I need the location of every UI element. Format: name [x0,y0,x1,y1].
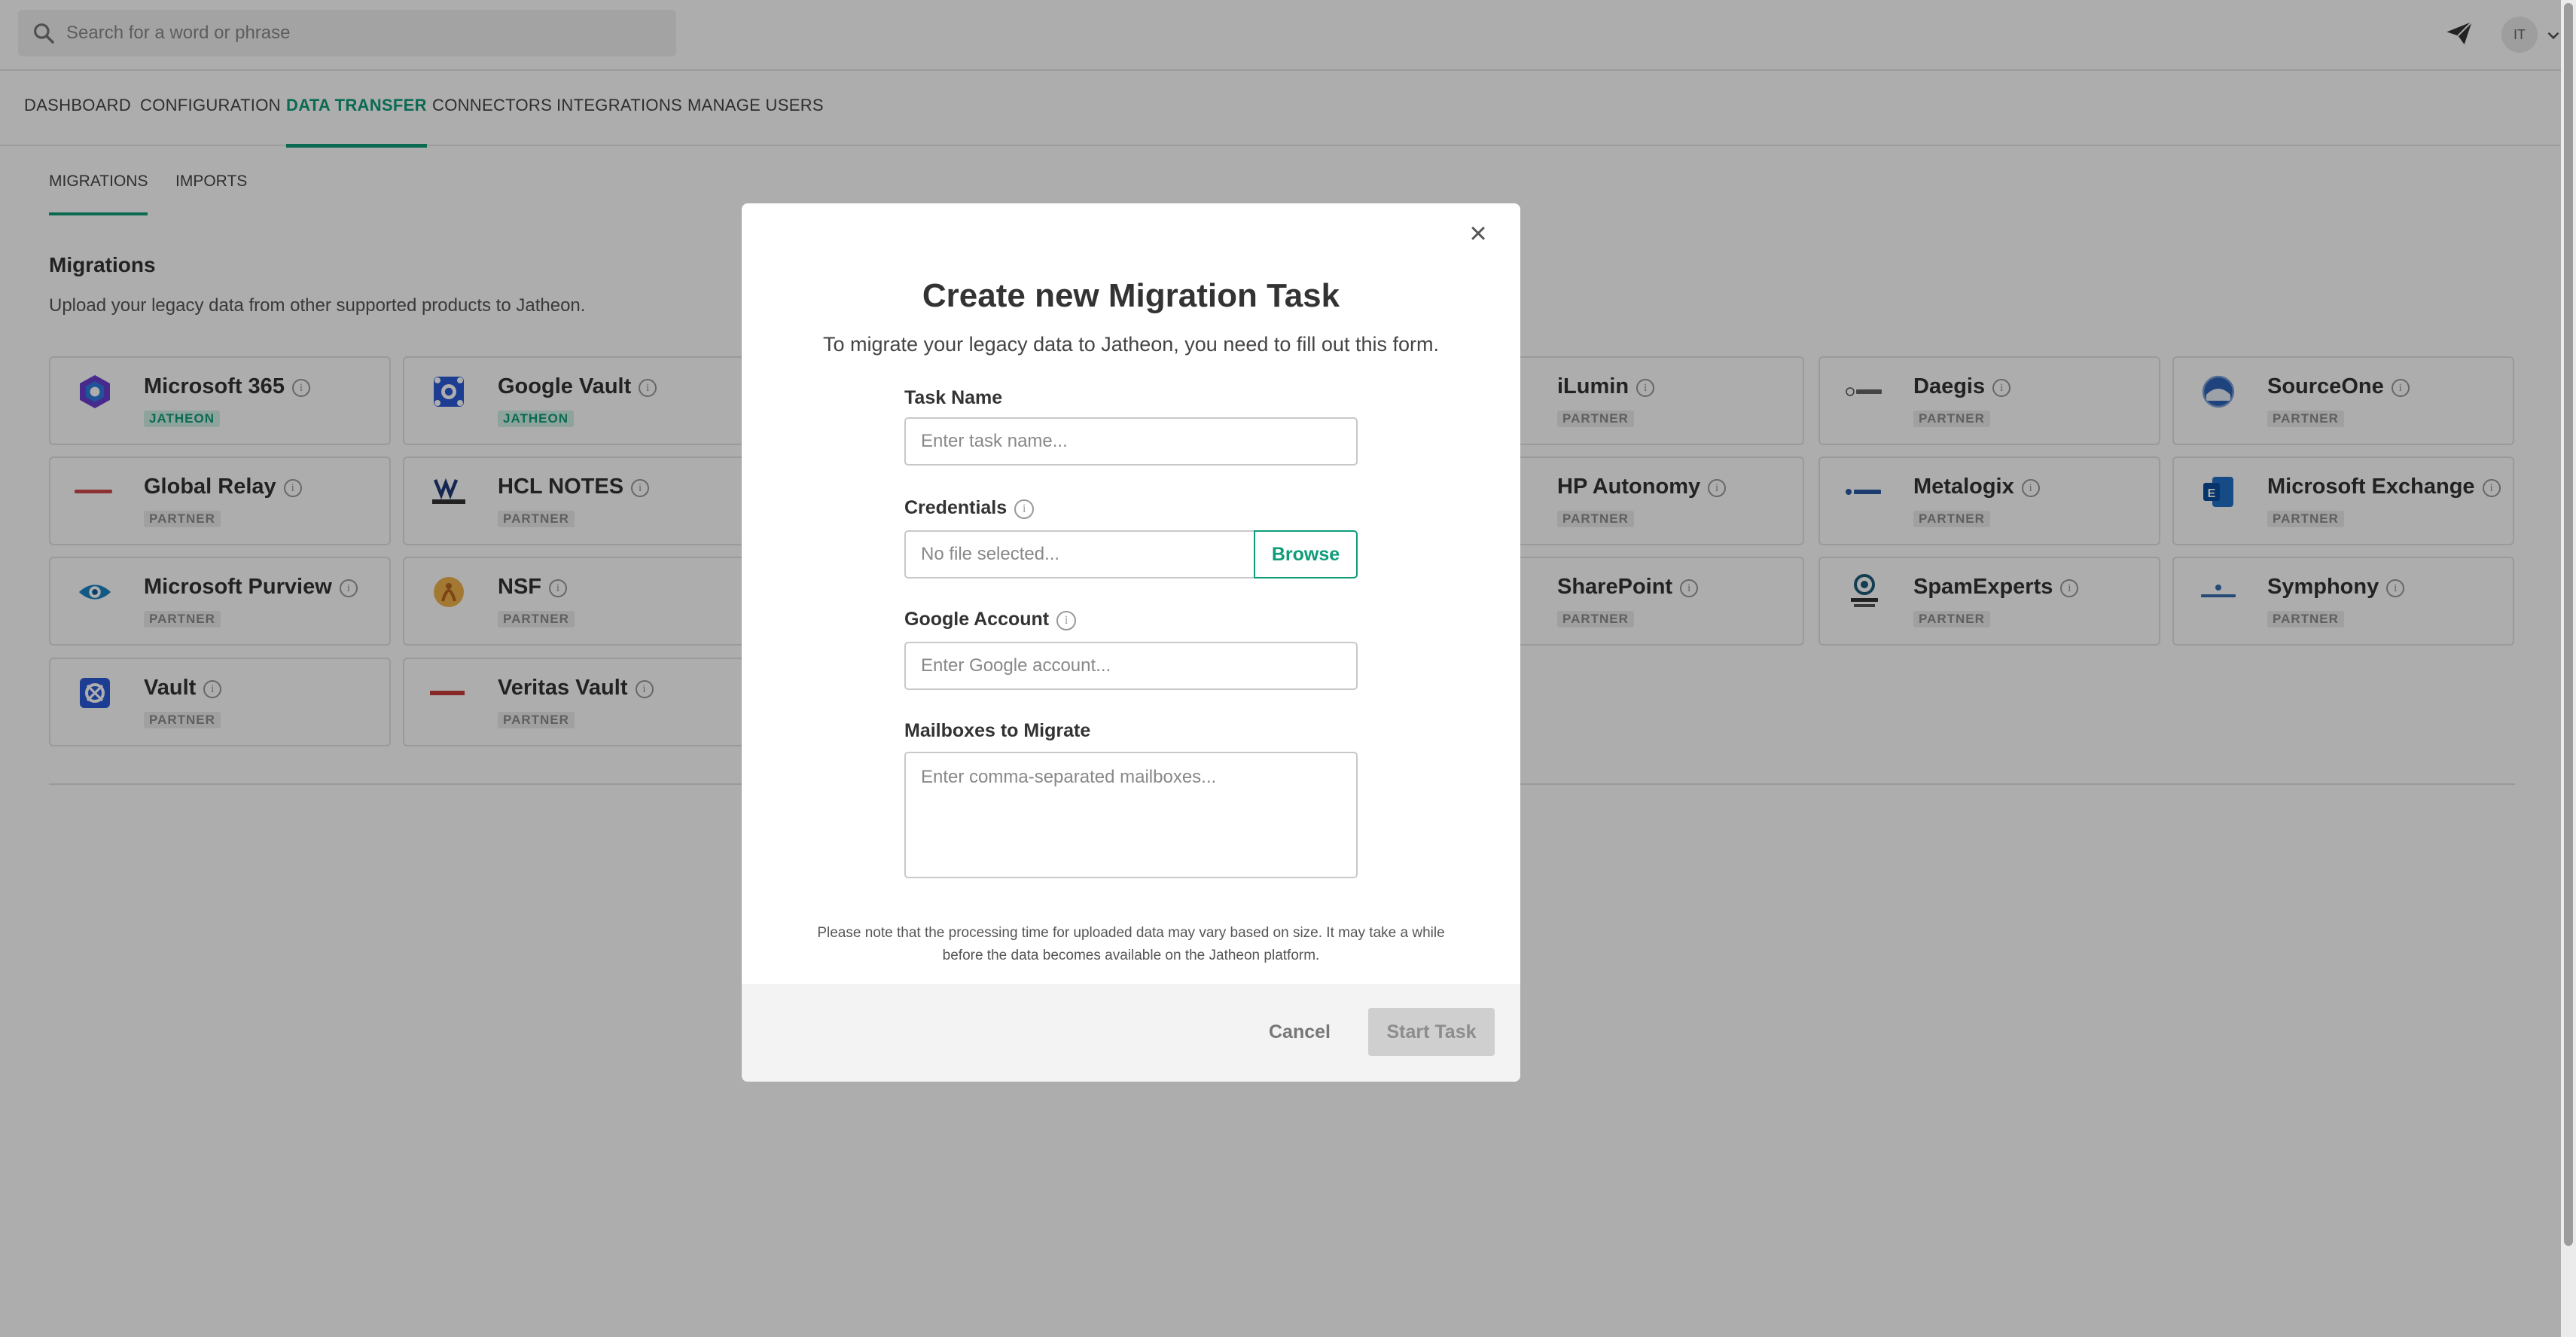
modal-title: Create new Migration Task [922,277,1340,314]
task-name-input[interactable]: Enter task name... [904,417,1358,466]
task-name-label: Task Name [904,387,1003,408]
modal-subtitle: To migrate your legacy data to Jatheon, … [823,333,1439,356]
create-migration-task-modal: × Create new Migration Task To migrate y… [742,203,1520,1082]
google-account-label: Google Account i [904,609,1077,630]
browse-button[interactable]: Browse [1254,530,1358,578]
scrollbar-thumb[interactable] [2564,3,2573,1246]
google-account-label-text: Google Account [904,609,1050,630]
credentials-label-text: Credentials [904,497,1008,518]
processing-note-line-2: before the data becomes available on the… [942,948,1320,963]
mailboxes-label: Mailboxes to Migrate [904,720,1091,741]
mailboxes-textarea[interactable]: Enter comma-separated mailboxes... [904,752,1358,878]
processing-note: Please note that the processing time for… [772,922,1490,967]
start-task-button[interactable]: Start Task [1368,1008,1495,1056]
info-icon[interactable]: i [1056,611,1077,630]
close-icon[interactable]: × [1465,218,1492,249]
processing-note-line-1: Please note that the processing time for… [817,925,1445,941]
info-icon[interactable]: i [1014,499,1035,519]
credentials-label: Credentials i [904,497,1035,519]
modal-footer: Cancel Start Task [742,984,1520,1082]
cancel-button[interactable]: Cancel [1269,1008,1331,1056]
google-account-input[interactable]: Enter Google account... [904,642,1358,690]
page-scrollbar[interactable] [2561,0,2576,1337]
credentials-file-field[interactable]: No file selected... [904,530,1255,578]
